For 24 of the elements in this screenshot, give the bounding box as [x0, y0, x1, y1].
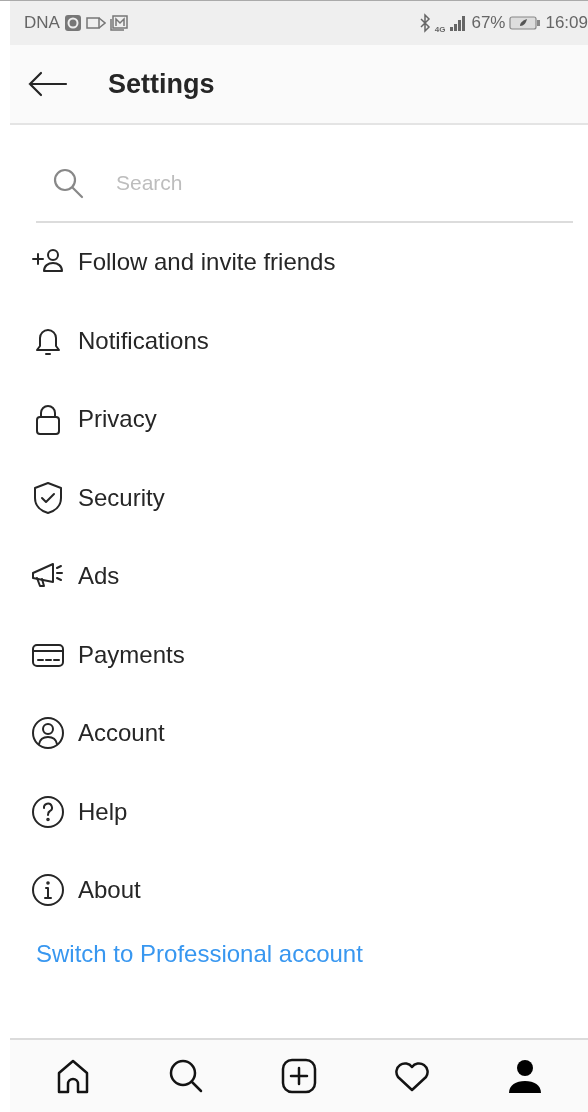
- settings-item[interactable]: Account: [10, 694, 588, 773]
- battery-percent: 67%: [471, 13, 506, 33]
- person-circle-icon: [30, 715, 66, 752]
- camera-icon: [63, 14, 82, 32]
- bluetooth-icon: [418, 13, 431, 33]
- info-circle-icon: [30, 872, 66, 909]
- search-field[interactable]: Search: [114, 170, 418, 196]
- clock-time: 16:09: [545, 13, 588, 33]
- settings-item[interactable]: Privacy: [10, 380, 588, 459]
- settings-item[interactable]: Ads: [10, 537, 588, 616]
- settings-item[interactable]: Notifications: [10, 301, 588, 380]
- settings-item[interactable]: About: [10, 851, 588, 930]
- settings-item[interactable]: Security: [10, 458, 588, 537]
- signal-icon: [449, 14, 468, 32]
- settings-item[interactable]: Help: [10, 772, 588, 851]
- gallery-icon: [109, 15, 128, 31]
- page-title: Settings: [108, 68, 215, 100]
- settings-item[interactable]: Payments: [10, 615, 588, 694]
- question-circle-icon: [30, 793, 66, 830]
- network-type: 4G: [434, 24, 446, 34]
- battery-icon: [509, 15, 542, 31]
- carrier-name: DNA: [24, 13, 60, 33]
- settings-item[interactable]: Follow and invite friends: [10, 223, 588, 302]
- search-icon: [52, 167, 84, 199]
